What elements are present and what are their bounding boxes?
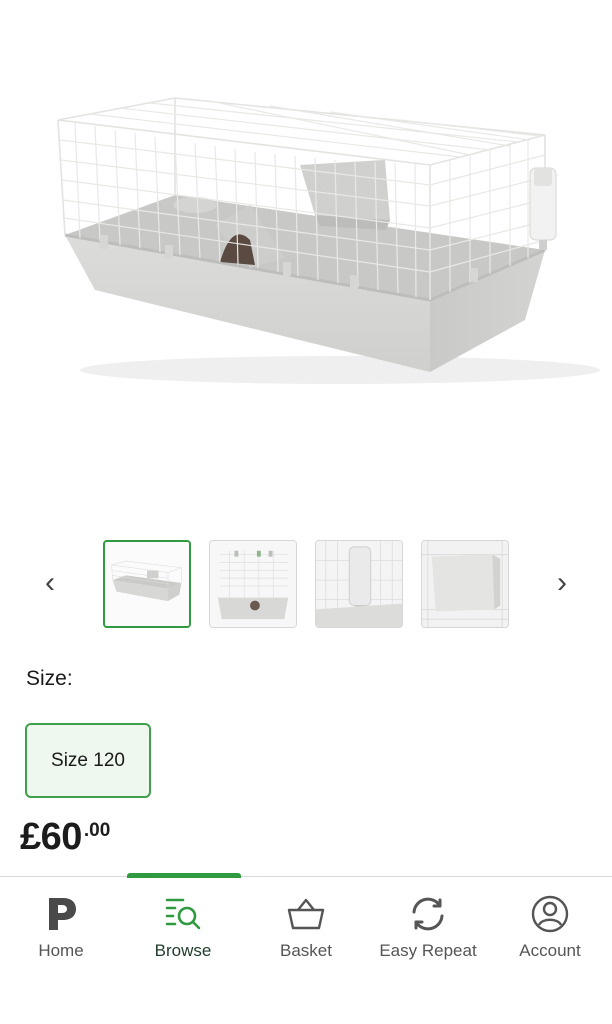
thumbnail-4[interactable]	[421, 540, 509, 628]
pets-at-home-logo-icon	[0, 894, 122, 934]
chevron-right-icon[interactable]: ›	[542, 561, 582, 605]
image-gallery: ‹ ›	[0, 535, 612, 635]
price-pence: .00	[83, 820, 111, 841]
nav-home[interactable]: Home	[0, 877, 122, 977]
account-icon	[489, 894, 611, 934]
nav-basket[interactable]: Basket	[245, 877, 367, 977]
nav-account-label: Account	[519, 941, 581, 960]
nav-browse[interactable]: Browse	[122, 877, 244, 977]
browse-search-icon	[122, 894, 244, 934]
bottom-navigation: Home Browse Basket Easy Repeat Account	[0, 873, 612, 1024]
basket-icon	[245, 894, 367, 934]
thumbnail-3[interactable]	[315, 540, 403, 628]
nav-easy-repeat-label: Easy Repeat	[379, 941, 477, 960]
nav-basket-label: Basket	[280, 941, 332, 960]
cage-illustration	[57, 97, 600, 384]
repeat-icon	[367, 894, 489, 934]
thumbnail-1[interactable]	[103, 540, 191, 628]
size-option-120[interactable]: Size 120	[25, 723, 151, 798]
nav-browse-label: Browse	[154, 941, 212, 960]
chevron-left-icon[interactable]: ‹	[30, 561, 70, 605]
size-option-label: Size 120	[51, 749, 125, 771]
nav-easy-repeat[interactable]: Easy Repeat	[367, 877, 489, 977]
cage-top-thumbnail-image	[210, 541, 296, 627]
price-main: £60	[20, 816, 82, 858]
hay-rack-thumbnail-image	[422, 541, 508, 627]
product-price: £60 .00	[20, 815, 110, 859]
thumbnail-2[interactable]	[209, 540, 297, 628]
size-label: Size:	[26, 667, 73, 690]
cage-front-thumbnail-image	[105, 542, 189, 626]
water-bottle-thumbnail-image	[316, 541, 402, 627]
nav-home-label: Home	[38, 941, 84, 960]
product-image[interactable]	[0, 0, 612, 520]
nav-account[interactable]: Account	[489, 877, 611, 977]
